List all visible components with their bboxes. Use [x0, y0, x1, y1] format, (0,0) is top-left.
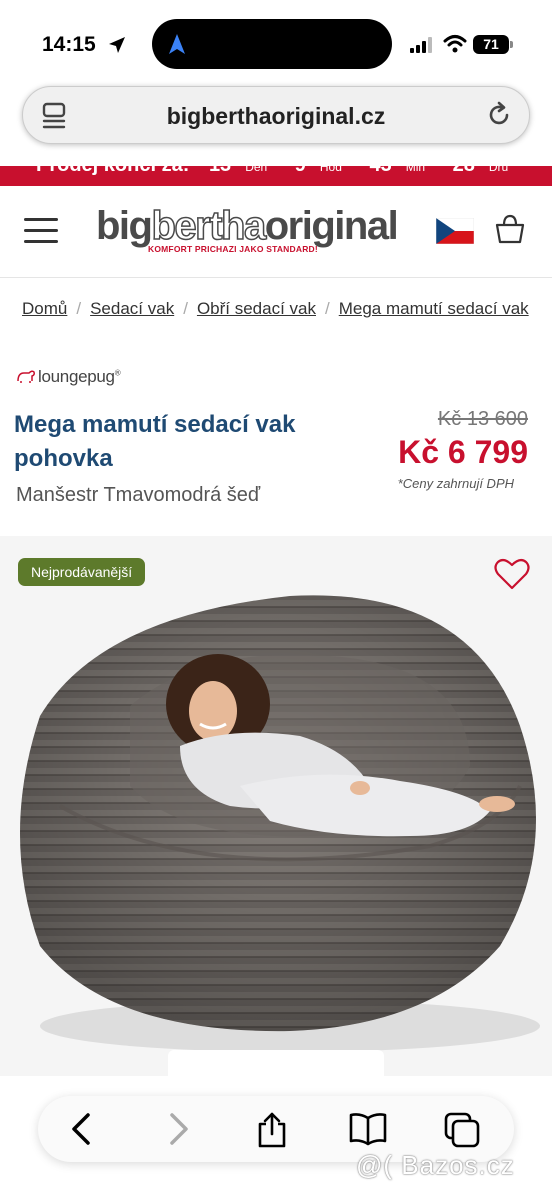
czech-flag-icon[interactable] [436, 218, 474, 244]
breadcrumb-separator: / [183, 299, 188, 318]
cart-icon[interactable] [494, 213, 526, 245]
address-bar[interactable]: bigberthaoriginal.cz [22, 86, 530, 144]
status-bar: 14:15 71 [0, 0, 552, 88]
countdown-seconds-unit: Drú [488, 166, 509, 174]
wifi-icon [443, 35, 467, 53]
bestseller-badge: Nejprodávanější [18, 558, 146, 586]
product-gallery[interactable]: Nejprodávanější [0, 536, 552, 1076]
product-photo[interactable] [0, 586, 552, 1056]
breadcrumb-separator: / [325, 299, 330, 318]
countdown-minutes: 43 [369, 166, 391, 176]
battery-indicator: 71 [473, 35, 509, 54]
countdown-hours: 9 [295, 166, 306, 176]
countdown-hours-unit: Hod [319, 166, 342, 174]
forward-icon[interactable] [168, 1112, 190, 1146]
vat-note: *Ceny zahrnují DPH [397, 476, 514, 491]
breadcrumb-bean-bag[interactable]: Sedací vak [90, 299, 174, 318]
back-icon[interactable] [70, 1112, 92, 1146]
original-price: Kč 13 600 [437, 408, 528, 430]
reload-icon[interactable] [485, 101, 513, 129]
battery-tip [510, 41, 513, 48]
url-text[interactable]: bigberthaoriginal.cz [23, 103, 529, 130]
brand-name: loungepug [38, 367, 115, 386]
clock: 14:15 [42, 33, 96, 56]
thumbnail-strip[interactable] [168, 1050, 384, 1076]
sale-price: Kč 6 799 [398, 434, 528, 470]
wishlist-heart-icon[interactable] [494, 558, 530, 590]
countdown-days: 13 [209, 166, 231, 176]
breadcrumb-current[interactable]: Mega mamutí sedací vak [339, 299, 529, 318]
site-logo[interactable]: bigberthaoriginal KOMFORT PRICHAZI JAKO … [96, 205, 399, 254]
breadcrumb: Domů / Sedací vak / Obří sedací vak / Mega mam… [22, 299, 529, 319]
logo-wordmark: bigberthaoriginal [96, 205, 399, 247]
countdown-days-unit: Den [245, 166, 268, 174]
product-variant: Manšestr Tmavomodrá šeď [16, 484, 261, 506]
product-title: Mega mamutí sedací vak pohovka [14, 411, 296, 472]
site-header: bigberthaoriginal KOMFORT PRICHAZI JAKO … [0, 186, 552, 278]
logo-part-bertha: bertha [151, 204, 267, 248]
logo-part-big: big [96, 204, 153, 248]
cellular-signal-icon [410, 37, 432, 53]
countdown-seconds: 28 [453, 166, 475, 176]
countdown-minutes-unit: Min [405, 166, 426, 174]
breadcrumb-giant-bean-bag[interactable]: Obří sedací vak [197, 299, 316, 318]
bookmarks-icon[interactable] [348, 1112, 388, 1146]
logo-part-original: original [264, 204, 399, 248]
breadcrumb-home[interactable]: Domů [22, 299, 67, 318]
breadcrumb-separator: / [76, 299, 82, 318]
navigation-icon [169, 34, 185, 54]
location-arrow-icon [109, 37, 125, 53]
brand-logo[interactable]: loungepug® [16, 367, 121, 387]
registered-mark: ® [114, 368, 121, 378]
menu-icon[interactable] [24, 218, 58, 244]
share-icon[interactable] [256, 1112, 288, 1148]
sale-countdown-bar[interactable]: Prodej končí za: 13 Den 9 Hod 43 Min 28 Drú [0, 166, 552, 186]
countdown-label: Prodej končí za: [36, 166, 189, 176]
pug-icon [17, 370, 35, 383]
watermark: @( Bazos.cz [356, 1150, 515, 1180]
tabs-icon[interactable] [444, 1112, 480, 1148]
dynamic-island [152, 19, 392, 69]
